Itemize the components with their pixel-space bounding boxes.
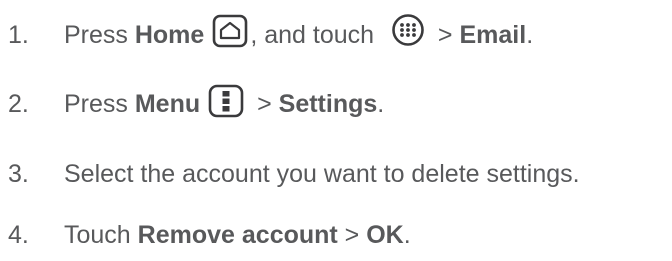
apps-icon bbox=[391, 13, 425, 47]
step-text: Press bbox=[64, 89, 135, 118]
home-label: Home bbox=[134, 20, 205, 49]
step-text: Press bbox=[64, 20, 135, 49]
email-label: Email bbox=[459, 20, 527, 49]
step-text: , and touch bbox=[250, 20, 381, 49]
step-text: Touch bbox=[64, 220, 138, 249]
settings-label: Settings bbox=[278, 89, 378, 118]
home-icon bbox=[212, 14, 248, 48]
step-number: 2. bbox=[8, 89, 29, 118]
period: . bbox=[403, 220, 411, 249]
menu-label: Menu bbox=[134, 89, 201, 118]
separator: > bbox=[430, 20, 460, 49]
step-number: 4. bbox=[8, 220, 29, 249]
period: . bbox=[526, 20, 534, 49]
step-3: 3. Select the account you want to delete… bbox=[8, 152, 580, 196]
separator: > bbox=[337, 220, 367, 249]
step-4: 4. Touch Remove account > OK . bbox=[8, 213, 411, 257]
step-2: 2. Press Menu > Settings . bbox=[8, 82, 384, 126]
separator: > bbox=[250, 89, 279, 118]
menu-icon bbox=[208, 84, 244, 118]
ok-label: OK bbox=[366, 220, 404, 249]
step-text: Select the account you want to delete se… bbox=[64, 159, 580, 188]
step-number: 1. bbox=[8, 20, 29, 49]
step-number: 3. bbox=[8, 159, 29, 188]
period: . bbox=[377, 89, 385, 118]
step-1: 1. Press Home , and touch > Email . bbox=[8, 13, 533, 57]
instruction-steps: 1. Press Home , and touch > Email . 2. P… bbox=[0, 0, 672, 261]
remove-account-label: Remove account bbox=[137, 220, 338, 249]
